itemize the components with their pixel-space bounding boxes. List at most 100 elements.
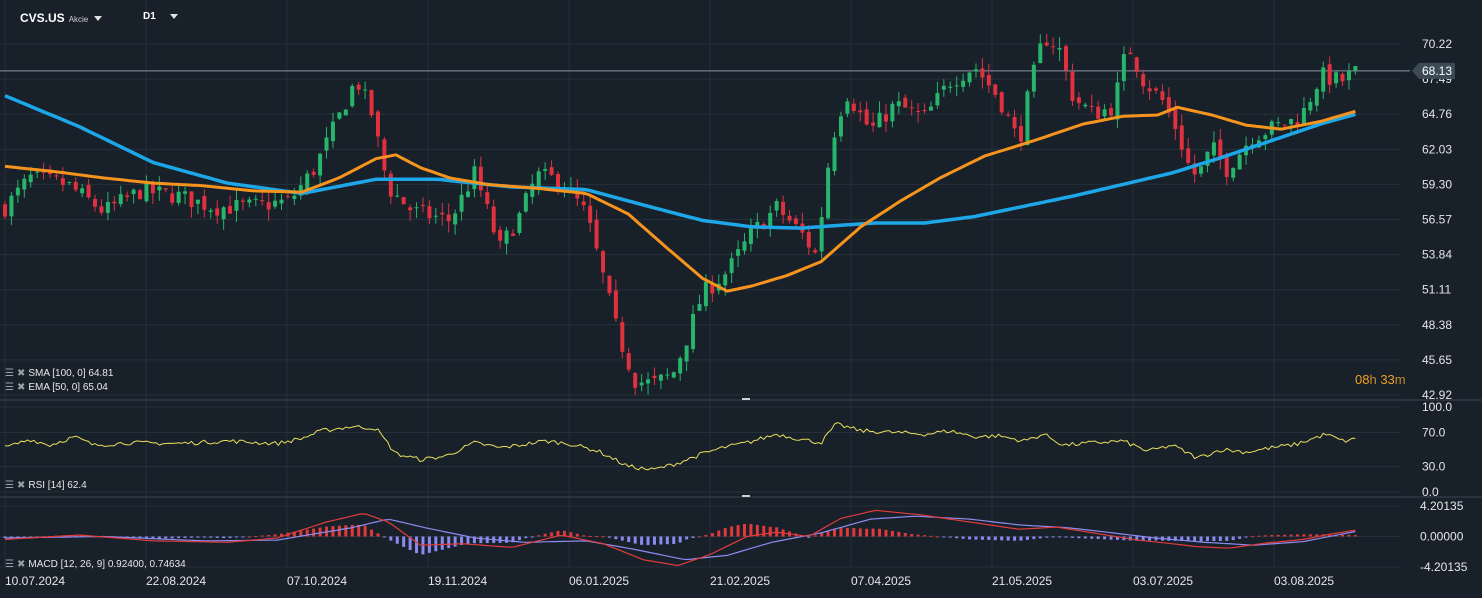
macd-histogram-bar [897,531,901,537]
candle [1141,74,1146,87]
candle [478,166,483,191]
macd-histogram-bar [1289,534,1293,537]
close-icon[interactable]: ✖ [17,368,25,379]
candle [1340,73,1345,82]
candle [639,382,644,386]
sma-legend[interactable]: ☰ ✖ SMA [100, 0] 64.81 [5,368,113,379]
close-icon[interactable]: ✖ [17,559,25,570]
settings-icon[interactable]: ☰ [5,480,14,491]
candle [967,72,972,83]
macd-histogram-bar [807,536,811,538]
macd-histogram-bar [852,528,856,537]
candle [1096,106,1101,119]
settings-icon[interactable]: ☰ [5,382,14,393]
price-tick-label: 53.84 [1422,248,1452,262]
macd-histogram-bar [1302,534,1306,537]
chevron-down-icon[interactable] [94,16,103,22]
candle [35,171,40,173]
macd-histogram-bar [710,533,714,537]
date-tick-label: 07.04.2025 [851,574,911,588]
candle [607,275,612,294]
candle [485,192,490,205]
candle [414,207,419,209]
macd-histogram-bar [1250,536,1254,538]
macd-histogram-bar [209,536,213,538]
macd-histogram-bar [826,531,830,537]
candle [382,139,387,171]
date-tick-label: 21.05.2025 [992,574,1052,588]
close-icon[interactable]: ✖ [17,382,25,393]
macd-histogram-bar [234,536,238,538]
candle [1057,47,1062,50]
candle [877,112,882,128]
macd-histogram-bar [1103,536,1107,540]
candle [774,200,779,211]
rsi-legend[interactable]: ☰ ✖ RSI [14] 62.4 [5,480,87,491]
timeframe-selector[interactable]: D1 [143,11,178,22]
symbol-selector[interactable]: CVS.US Akcie [20,11,103,25]
ema-legend[interactable]: ☰ ✖ EMA [50, 0] 65.04 [5,382,108,393]
candle [935,93,940,106]
macd-histogram-bar [749,524,753,537]
macd-histogram-bar [601,536,605,538]
candle [459,194,464,212]
candle [157,186,162,191]
macd-histogram-bar [1013,536,1017,541]
macd-histogram-bar [267,534,271,537]
macd-histogram-bar [742,523,746,537]
macd-histogram-bar [627,536,631,543]
macd-histogram-bar [254,535,258,537]
macd-histogram-bar [1231,536,1235,541]
macd-histogram-bar [1308,534,1312,537]
candle [646,379,651,384]
macd-histogram-bar [948,536,952,538]
close-icon[interactable]: ✖ [17,480,25,491]
candle [736,249,741,256]
macd-histogram-bar [189,536,193,538]
macd-histogram-bar [260,535,264,537]
macd-histogram-bar [1000,536,1004,541]
settings-icon[interactable]: ☰ [5,368,14,379]
price-tick-label: 48.38 [1422,318,1452,332]
candle [350,85,355,107]
candle [93,198,98,207]
candle [498,229,503,241]
candle [240,200,245,202]
macd-histogram-bar [228,536,232,539]
candle [260,200,265,202]
macd-legend[interactable]: ☰ ✖ MACD [12, 26, 9] 0.92400, 0.74634 [5,559,186,570]
macd-histogram-bar [646,536,650,545]
candle [401,197,406,205]
macd-histogram-bar [363,525,367,537]
macd-histogram-bar [247,536,251,538]
macd-histogram-bar [157,536,161,539]
candle [292,195,297,200]
macd-histogram-bar [736,525,740,537]
candle [1282,124,1287,126]
candle [1038,43,1043,64]
chevron-down-icon[interactable] [169,13,178,19]
candle [684,345,689,362]
candle [1334,72,1339,84]
sma-legend-label: SMA [100, 0] 64.81 [28,368,114,379]
candle [1089,105,1094,107]
macd-histogram-bar [910,533,914,537]
candle [1064,46,1069,71]
candle [1154,88,1159,91]
settings-icon[interactable]: ☰ [5,559,14,570]
candle [105,201,110,213]
candle [1199,166,1204,174]
macd-histogram-bar [652,536,656,545]
macd-histogram-bar [961,536,965,539]
candle [1237,154,1242,170]
candle [3,204,7,217]
macd-histogram-bar [955,536,959,539]
macd-histogram-bar [871,528,875,537]
rsi-tick-label: 30.0 [1422,460,1446,474]
macd-histogram-bar [588,535,592,537]
macd-histogram-bar [865,528,869,537]
price-chart[interactable]: 70.2267.4964.7662.0359.3056.5753.8451.11… [0,0,1482,598]
macd-histogram-bar [543,533,547,537]
candle [652,375,657,379]
macd-histogram-bar [517,536,521,541]
